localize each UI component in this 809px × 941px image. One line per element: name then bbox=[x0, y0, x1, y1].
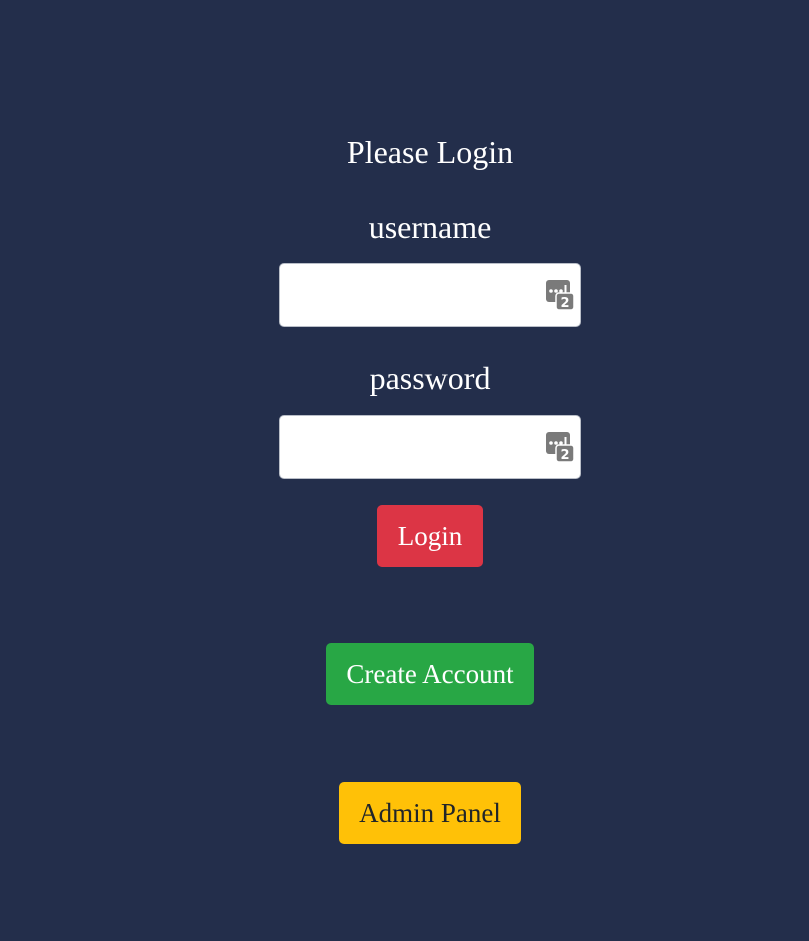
password-manager-badge: 2 bbox=[560, 296, 569, 310]
password-label: password bbox=[369, 360, 491, 396]
page-title: Please Login bbox=[346, 134, 514, 170]
password-manager-icon[interactable]: 2 bbox=[546, 432, 574, 462]
username-label: username bbox=[368, 209, 492, 245]
admin-panel-button[interactable]: Admin Panel bbox=[339, 782, 521, 844]
password-manager-badge: 2 bbox=[560, 448, 569, 462]
login-button[interactable]: Login bbox=[377, 505, 483, 567]
password-input[interactable] bbox=[280, 416, 580, 478]
password-field-container: 2 bbox=[279, 415, 581, 479]
password-manager-icon[interactable]: 2 bbox=[546, 280, 574, 310]
username-field-container: 2 bbox=[279, 263, 581, 327]
create-account-button[interactable]: Create Account bbox=[326, 643, 534, 705]
username-input[interactable] bbox=[280, 264, 580, 326]
